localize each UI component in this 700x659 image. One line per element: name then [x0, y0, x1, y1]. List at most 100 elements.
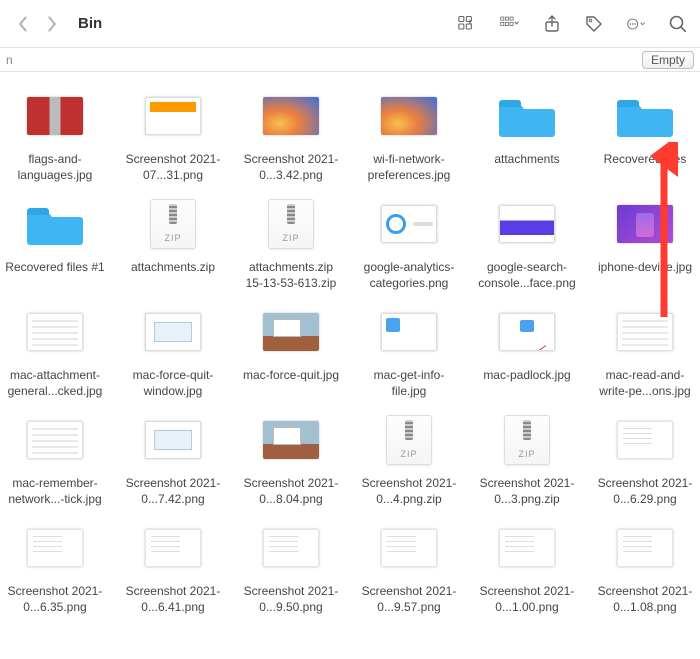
action-icon[interactable]: [626, 14, 646, 34]
file-item[interactable]: Screenshot 2021-0...4.png.zip: [354, 408, 464, 512]
thumbnail-icon: [487, 520, 567, 576]
file-item[interactable]: Screenshot 2021-0...3.42.png: [236, 84, 346, 188]
share-icon[interactable]: [542, 14, 562, 34]
thumbnail-icon: [369, 520, 449, 576]
folder-icon: [605, 88, 685, 144]
file-name: Screenshot 2021-0...6.35.png: [4, 584, 106, 616]
file-item[interactable]: Screenshot 2021-0...7.42.png: [118, 408, 228, 512]
file-name: Screenshot 2021-0...1.00.png: [476, 584, 578, 616]
file-item[interactable]: Screenshot 2021-0...1.08.png: [590, 516, 700, 620]
file-name: attachments.zip: [131, 260, 215, 292]
forward-button[interactable]: [40, 13, 62, 35]
file-item[interactable]: mac-force-quit.jpg: [236, 300, 346, 404]
thumbnail-icon: [487, 304, 567, 360]
file-name: iphone-device.jpg: [598, 260, 692, 292]
file-item[interactable]: attachments.zip: [118, 192, 228, 296]
thumbnail-icon: [133, 412, 213, 468]
file-item[interactable]: Screenshot 2021-0...8.04.png: [236, 408, 346, 512]
file-name: Screenshot 2021-0...8.04.png: [240, 476, 342, 508]
file-item[interactable]: Screenshot 2021-0...3.png.zip: [472, 408, 582, 512]
file-item[interactable]: google-search-console...face.png: [472, 192, 582, 296]
file-item[interactable]: mac-attachment-general...cked.jpg: [0, 300, 110, 404]
file-name: mac-force-quit.jpg: [243, 368, 339, 400]
thumbnail-icon: [133, 304, 213, 360]
file-name: Screenshot 2021-0...3.png.zip: [476, 476, 578, 508]
thumbnail-icon: [251, 412, 331, 468]
file-item[interactable]: attachments: [472, 84, 582, 188]
file-name: mac-force-quit-window.jpg: [122, 368, 224, 400]
view-icon-grid[interactable]: [458, 14, 478, 34]
group-icon[interactable]: [500, 14, 520, 34]
file-name: mac-remember-network...-tick.jpg: [4, 476, 106, 508]
file-item[interactable]: Recovered files: [590, 84, 700, 188]
thumbnail-icon: [15, 88, 95, 144]
file-name: Screenshot 2021-0...9.57.png: [358, 584, 460, 616]
thumbnail-icon: [605, 304, 685, 360]
thumbnail-icon: [251, 520, 331, 576]
file-name: Screenshot 2021-0...6.41.png: [122, 584, 224, 616]
file-item[interactable]: Recovered files #1: [0, 192, 110, 296]
file-name: google-analytics-categories.png: [358, 260, 460, 292]
file-item[interactable]: iphone-device.jpg: [590, 192, 700, 296]
window-title: Bin: [78, 15, 102, 32]
file-name: google-search-console...face.png: [476, 260, 578, 292]
zip-icon: [251, 196, 331, 252]
empty-button[interactable]: Empty: [642, 51, 694, 69]
thumbnail-icon: [251, 88, 331, 144]
file-name: Screenshot 2021-07...31.png: [122, 152, 224, 184]
thumbnail-icon: [15, 520, 95, 576]
file-name: Screenshot 2021-0...6.29.png: [594, 476, 696, 508]
thumbnail-icon: [605, 196, 685, 252]
file-name: Recovered files: [604, 152, 687, 184]
file-name: Screenshot 2021-0...9.50.png: [240, 584, 342, 616]
file-item[interactable]: Screenshot 2021-0...9.50.png: [236, 516, 346, 620]
search-icon[interactable]: [668, 14, 688, 34]
file-name: mac-attachment-general...cked.jpg: [4, 368, 106, 400]
file-name: mac-padlock.jpg: [483, 368, 570, 400]
thumbnail-icon: [133, 520, 213, 576]
file-item[interactable]: Screenshot 2021-0...6.35.png: [0, 516, 110, 620]
thumbnail-icon: [15, 304, 95, 360]
file-name: attachments: [494, 152, 559, 184]
icon-grid: flags-and-languages.jpg Screenshot 2021-0…: [0, 84, 700, 620]
file-item[interactable]: mac-padlock.jpg: [472, 300, 582, 404]
file-item[interactable]: wi-fi-network-preferences.jpg: [354, 84, 464, 188]
thumbnail-icon: [251, 304, 331, 360]
toolbar: Bin: [0, 0, 700, 48]
file-name: Screenshot 2021-0...1.08.png: [594, 584, 696, 616]
file-item[interactable]: mac-remember-network...-tick.jpg: [0, 408, 110, 512]
file-item[interactable]: Screenshot 2021-0...1.00.png: [472, 516, 582, 620]
thumbnail-icon: [369, 88, 449, 144]
zip-icon: [369, 412, 449, 468]
file-item[interactable]: mac-get-info-file.jpg: [354, 300, 464, 404]
file-name: flags-and-languages.jpg: [4, 152, 106, 184]
back-button[interactable]: [12, 13, 34, 35]
thumbnail-icon: [133, 88, 213, 144]
thumbnail-icon: [487, 196, 567, 252]
pathbar: n Empty: [0, 48, 700, 72]
pathbar-text: n: [6, 53, 13, 67]
file-name: Screenshot 2021-0...3.42.png: [240, 152, 342, 184]
file-item[interactable]: flags-and-languages.jpg: [0, 84, 110, 188]
file-name: Screenshot 2021-0...4.png.zip: [358, 476, 460, 508]
file-item[interactable]: Screenshot 2021-0...6.41.png: [118, 516, 228, 620]
file-item[interactable]: google-analytics-categories.png: [354, 192, 464, 296]
file-item[interactable]: mac-force-quit-window.jpg: [118, 300, 228, 404]
file-name: wi-fi-network-preferences.jpg: [358, 152, 460, 184]
thumbnail-icon: [605, 520, 685, 576]
file-item[interactable]: Screenshot 2021-0...9.57.png: [354, 516, 464, 620]
thumbnail-icon: [369, 304, 449, 360]
file-item[interactable]: Screenshot 2021-0...6.29.png: [590, 408, 700, 512]
file-item[interactable]: attachments.zip 15-13-53-613.zip: [236, 192, 346, 296]
file-item[interactable]: Screenshot 2021-07...31.png: [118, 84, 228, 188]
thumbnail-icon: [369, 196, 449, 252]
folder-icon: [15, 196, 95, 252]
file-item[interactable]: mac-read-and-write-pe...ons.jpg: [590, 300, 700, 404]
tags-icon[interactable]: [584, 14, 604, 34]
folder-icon: [487, 88, 567, 144]
file-name: attachments.zip 15-13-53-613.zip: [240, 260, 342, 292]
file-name: mac-read-and-write-pe...ons.jpg: [594, 368, 696, 400]
file-name: Screenshot 2021-0...7.42.png: [122, 476, 224, 508]
thumbnail-icon: [15, 412, 95, 468]
content-area: flags-and-languages.jpg Screenshot 2021-0…: [0, 72, 700, 659]
